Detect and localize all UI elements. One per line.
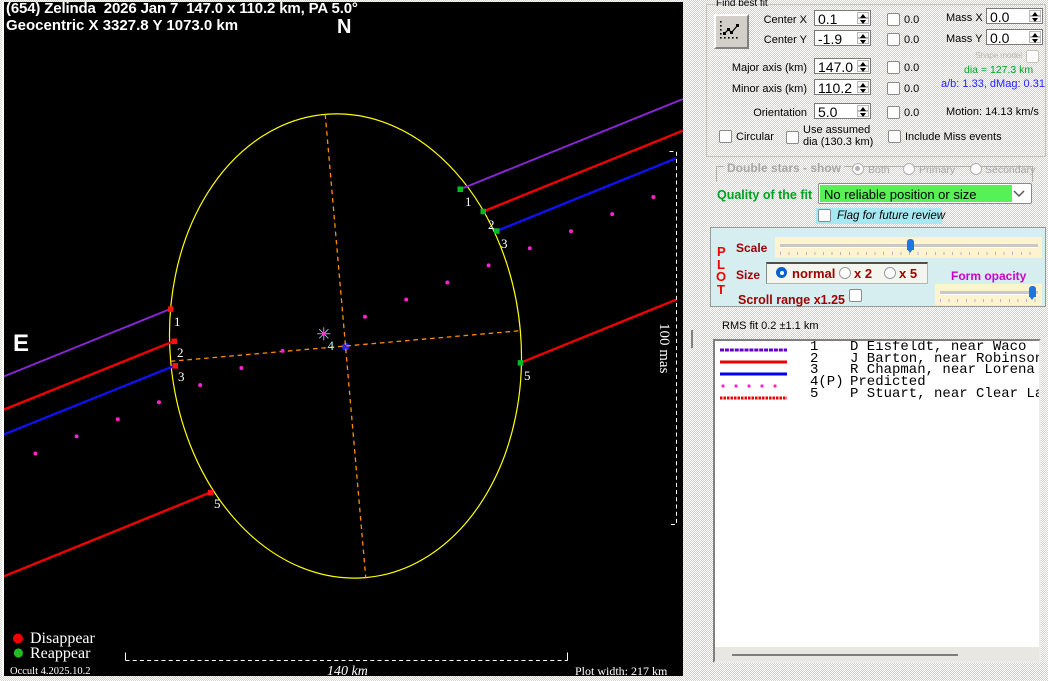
svg-text:2: 2 bbox=[177, 345, 184, 360]
svg-text:4: 4 bbox=[328, 338, 335, 353]
svg-text:3: 3 bbox=[178, 369, 185, 384]
svg-text:3: 3 bbox=[501, 236, 508, 251]
svg-text:5: 5 bbox=[214, 496, 221, 511]
svg-text:1: 1 bbox=[174, 314, 181, 329]
svg-text:1: 1 bbox=[465, 194, 472, 209]
svg-text:5: 5 bbox=[524, 368, 531, 383]
svg-text:2: 2 bbox=[488, 217, 495, 232]
